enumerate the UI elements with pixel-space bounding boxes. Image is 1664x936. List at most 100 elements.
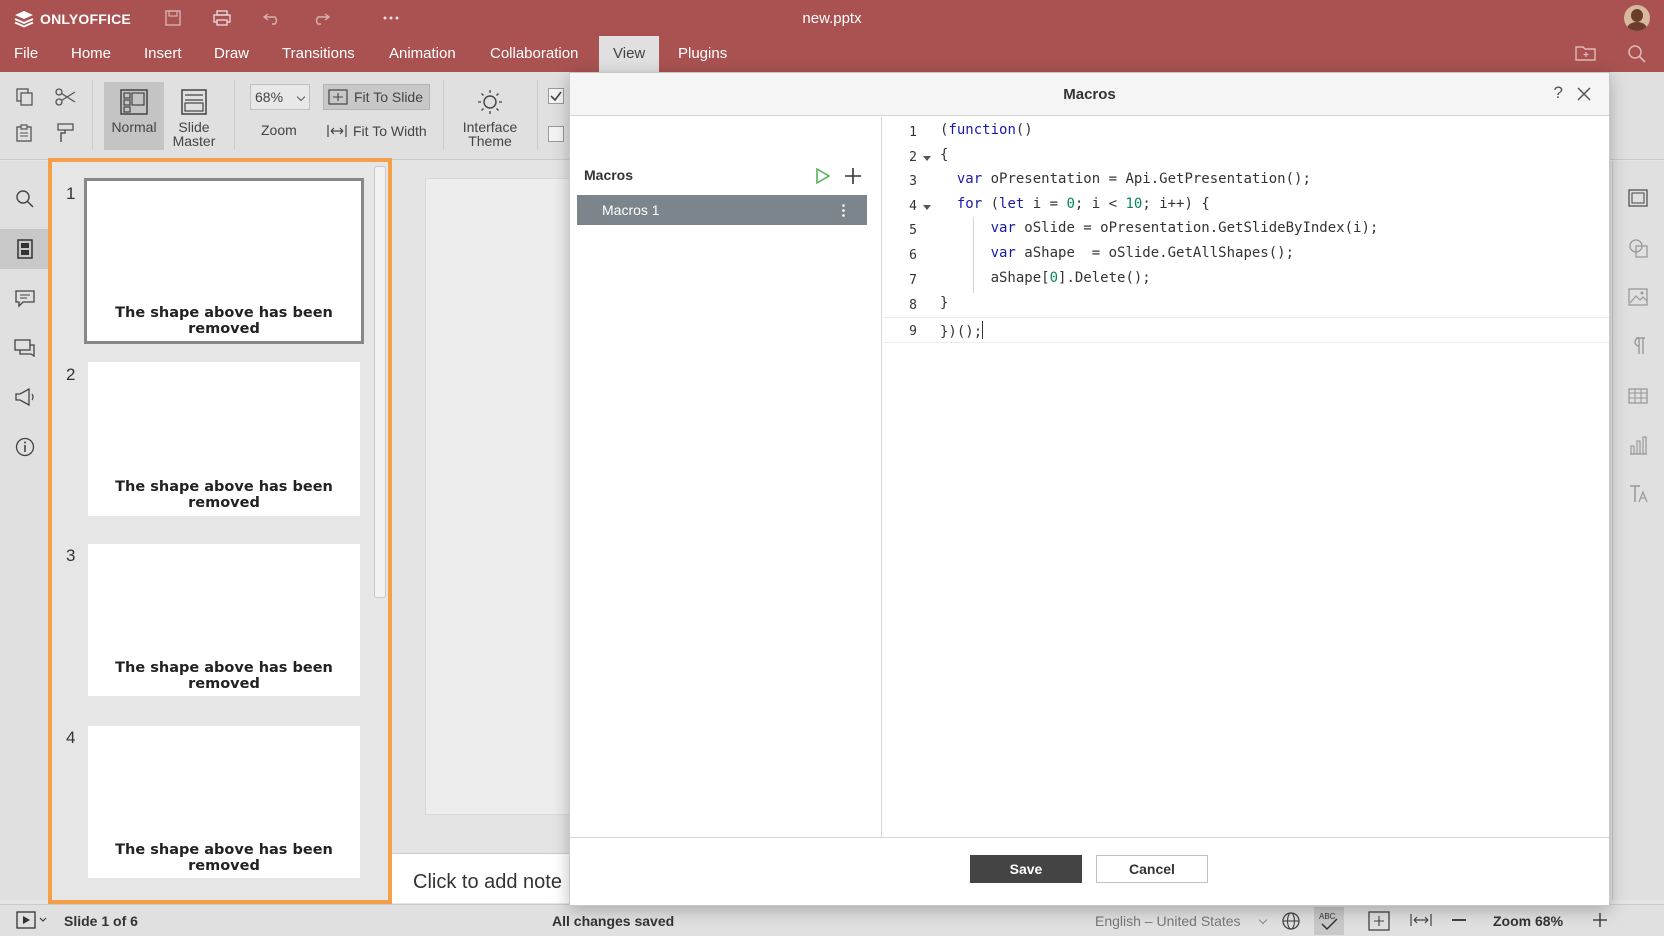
fold-arrow-icon[interactable] [923,205,931,210]
status-bar: Slide 1 of 6 All changes saved English –… [0,904,1664,936]
tab-home[interactable]: Home [57,36,125,72]
copy-icon[interactable] [14,86,36,108]
code-text-value: })(); [940,324,983,340]
slide-number: 1 [66,184,76,203]
tab-transitions[interactable]: Transitions [268,36,369,72]
tab-view[interactable]: View [599,36,660,72]
code-line: 2{ [883,144,1609,170]
fold-arrow-icon[interactable] [923,156,931,161]
fit-to-slide-label: Fit To Slide [354,89,423,105]
fit-to-slide-button[interactable]: Fit To Slide [323,84,430,110]
comments-icon[interactable] [13,287,37,311]
text-art-settings-icon[interactable] [1627,483,1649,505]
table-settings-icon[interactable] [1627,385,1649,407]
zoom-in-icon[interactable] [1592,912,1608,931]
code-line: 7 aShape[0].Delete(); [883,267,1609,293]
code-text: } [940,295,949,311]
thumbnails-scrollbar[interactable] [374,166,386,598]
fit-to-slide-icon [328,89,348,105]
tab-draw[interactable]: Draw [200,36,263,72]
language-select[interactable]: English – United States [1095,913,1241,929]
paragraph-settings-icon[interactable] [1627,335,1649,357]
cut-icon[interactable] [54,86,78,108]
code-text: (function() [940,122,1033,138]
fit-to-width-label: Fit To Width [353,123,427,139]
sun-icon [478,90,502,114]
fit-to-width-icon[interactable] [1410,913,1432,930]
announcement-icon[interactable] [13,385,37,409]
toolbar-separator [234,80,235,150]
view-option-checkbox-checked[interactable] [548,88,564,104]
slide-number: 4 [66,728,76,747]
run-macro-icon[interactable] [814,167,832,185]
menu-bar: File Home Insert Draw Transitions Animat… [0,36,1664,72]
save-status: All changes saved [552,913,675,929]
tab-collaboration[interactable]: Collaboration [476,36,592,72]
help-icon[interactable]: ? [1554,83,1563,103]
slide-thumbnail-text: The shape above has been removed [115,479,333,511]
code-text: { [940,147,949,163]
macro-name: Macros 1 [602,202,660,218]
code-text: var oSlide = oPresentation.GetSlideByInd… [990,220,1379,236]
tab-file[interactable]: File [0,36,52,72]
macro-list-item[interactable]: Macros 1 [577,195,867,225]
slide-thumbnail-text: The shape above has been removed [115,660,333,692]
shape-settings-icon[interactable] [1627,237,1649,259]
macros-list-panel: Macros Macros 1 [570,117,882,837]
globe-icon[interactable] [1281,911,1301,934]
start-slideshow-button[interactable] [16,911,50,932]
normal-view-label: Normal [111,119,157,135]
slide-settings-icon[interactable] [1627,187,1649,209]
format-painter-icon[interactable] [54,122,78,144]
zoom-select[interactable]: 68% [250,84,310,110]
slide-counter: Slide 1 of 6 [64,913,138,929]
cancel-button[interactable]: Cancel [1096,855,1208,883]
info-icon[interactable] [13,435,37,459]
slide-thumbnail[interactable]: The shape above has been removed [88,544,360,696]
user-avatar[interactable] [1624,5,1650,31]
image-settings-icon[interactable] [1627,286,1649,308]
code-text: aShape[0].Delete(); [940,270,1151,286]
interface-theme-button[interactable]: Interface Theme [456,82,524,150]
slide-thumbnail-text: The shape above has been removed [115,842,333,874]
tab-animation[interactable]: Animation [375,36,470,72]
spellcheck-button[interactable]: ABC [1314,907,1344,935]
line-number: 9 [909,324,917,339]
macros-list-title: Macros [584,167,634,183]
line-number: 1 [909,125,917,140]
chat-icon[interactable] [13,336,37,360]
normal-view-button[interactable]: Normal [104,82,164,150]
slide-thumbnail[interactable]: The shape above has been removed [84,178,364,344]
document-title: new.pptx [802,10,862,27]
code-line: 6 var aShape = oSlide.GetAllShapes(); [883,242,1609,268]
fit-to-width-button[interactable]: Fit To Width [323,120,427,142]
chart-settings-icon[interactable] [1627,435,1649,457]
open-folder-icon[interactable] [1575,44,1597,64]
add-macro-icon[interactable] [844,167,862,185]
slide-thumbnail[interactable]: The shape above has been removed [88,726,360,878]
code-line: 8} [883,292,1609,318]
chevron-down-icon [296,92,306,102]
kebab-menu-icon[interactable] [842,204,845,217]
view-option-checkbox[interactable] [548,126,564,142]
slide-thumbnail[interactable]: The shape above has been removed [88,362,360,516]
slide-master-button[interactable]: Slide Master [164,82,224,150]
line-number: 8 [909,298,917,313]
zoom-out-icon[interactable] [1452,919,1466,921]
close-icon[interactable] [1575,85,1593,103]
dialog-footer: Save Cancel [570,837,1609,905]
zoom-value: 68% [255,89,284,105]
search-icon[interactable] [13,187,37,211]
slide-canvas[interactable] [425,178,570,815]
macros-dialog: Macros ? Macros Macros 1 1 (function() 2{… [569,72,1610,906]
code-line: 3 var oPresentation = Api.GetPresentatio… [883,168,1609,194]
search-icon[interactable] [1627,44,1649,64]
notes-placeholder[interactable]: Click to add note [413,871,562,894]
tab-insert[interactable]: Insert [130,36,196,72]
save-button[interactable]: Save [970,855,1082,883]
tab-plugins[interactable]: Plugins [664,36,741,72]
slides-icon[interactable] [13,237,37,261]
paste-icon[interactable] [14,122,36,144]
code-editor[interactable]: 1 (function() 2{ 3 var oPresentation = Ap… [883,117,1609,837]
fit-to-slide-icon[interactable] [1368,911,1390,934]
